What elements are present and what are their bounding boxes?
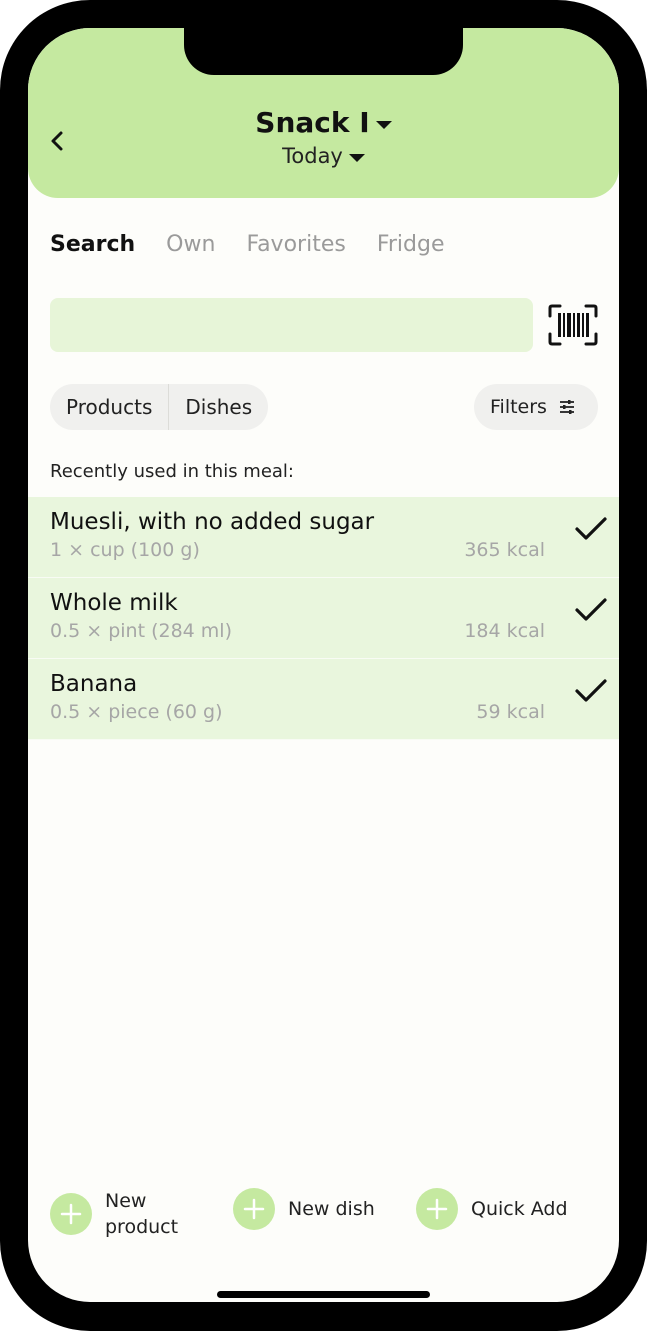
recent-items-list: Muesli, with no added sugar 1 × cup (100… [28,497,619,740]
date-title: Today [282,144,343,168]
device-notch [184,28,463,75]
quick-add-label: Quick Add [471,1198,568,1220]
item-kcal: 59 kcal [476,701,545,723]
item-name: Muesli, with no added sugar [50,509,375,535]
list-item[interactable]: Muesli, with no added sugar 1 × cup (100… [28,497,619,578]
item-name: Whole milk [50,590,178,616]
home-indicator [217,1291,430,1298]
caret-down-icon [375,120,392,129]
plus-icon [50,1193,92,1235]
tab-fridge[interactable]: Fridge [377,232,445,257]
phone-frame: Snack I Today Search Own Favorites Fridg… [0,0,647,1331]
plus-icon [416,1188,458,1230]
bottom-action-bar: New product New dish Quick Add [28,1188,619,1258]
quick-add-button[interactable]: Quick Add [416,1188,568,1230]
segment-dishes[interactable]: Dishes [169,384,268,430]
meal-header: Snack I Today [28,28,619,198]
caret-down-icon [348,154,365,162]
item-name: Banana [50,671,138,697]
check-icon[interactable] [574,515,608,543]
tab-own[interactable]: Own [166,232,215,257]
item-portion: 0.5 × pint (284 ml) [50,620,233,642]
meal-title: Snack I [255,106,370,139]
check-icon[interactable] [574,596,608,624]
recent-section-label: Recently used in this meal: [50,461,294,482]
new-product-button[interactable]: New product [50,1188,195,1240]
list-item[interactable]: Whole milk 0.5 × pint (284 ml) 184 kcal [28,578,619,659]
item-portion: 0.5 × piece (60 g) [50,701,223,723]
item-portion: 1 × cup (100 g) [50,539,200,561]
item-kcal: 365 kcal [464,539,545,561]
meal-selector[interactable]: Snack I [28,106,619,139]
search-input[interactable] [50,298,533,352]
source-tabs: Search Own Favorites Fridge [50,232,476,257]
check-icon[interactable] [574,677,608,705]
filters-label: Filters [490,396,547,418]
new-product-label: New product [105,1190,179,1238]
barcode-scan-icon [548,304,598,346]
barcode-scan-button[interactable] [548,304,598,346]
new-dish-button[interactable]: New dish [233,1188,375,1230]
date-selector[interactable]: Today [28,144,619,168]
filters-button[interactable]: Filters [474,384,598,430]
sliders-icon [559,400,575,414]
tab-favorites[interactable]: Favorites [246,232,345,257]
new-dish-label: New dish [288,1198,375,1220]
plus-icon [233,1188,275,1230]
item-kcal: 184 kcal [464,620,545,642]
segment-products[interactable]: Products [50,384,168,430]
app-screen: Snack I Today Search Own Favorites Fridg… [28,28,619,1302]
list-item[interactable]: Banana 0.5 × piece (60 g) 59 kcal [28,659,619,740]
type-segmented-control: Products Dishes [50,384,269,430]
tab-search[interactable]: Search [50,232,135,257]
